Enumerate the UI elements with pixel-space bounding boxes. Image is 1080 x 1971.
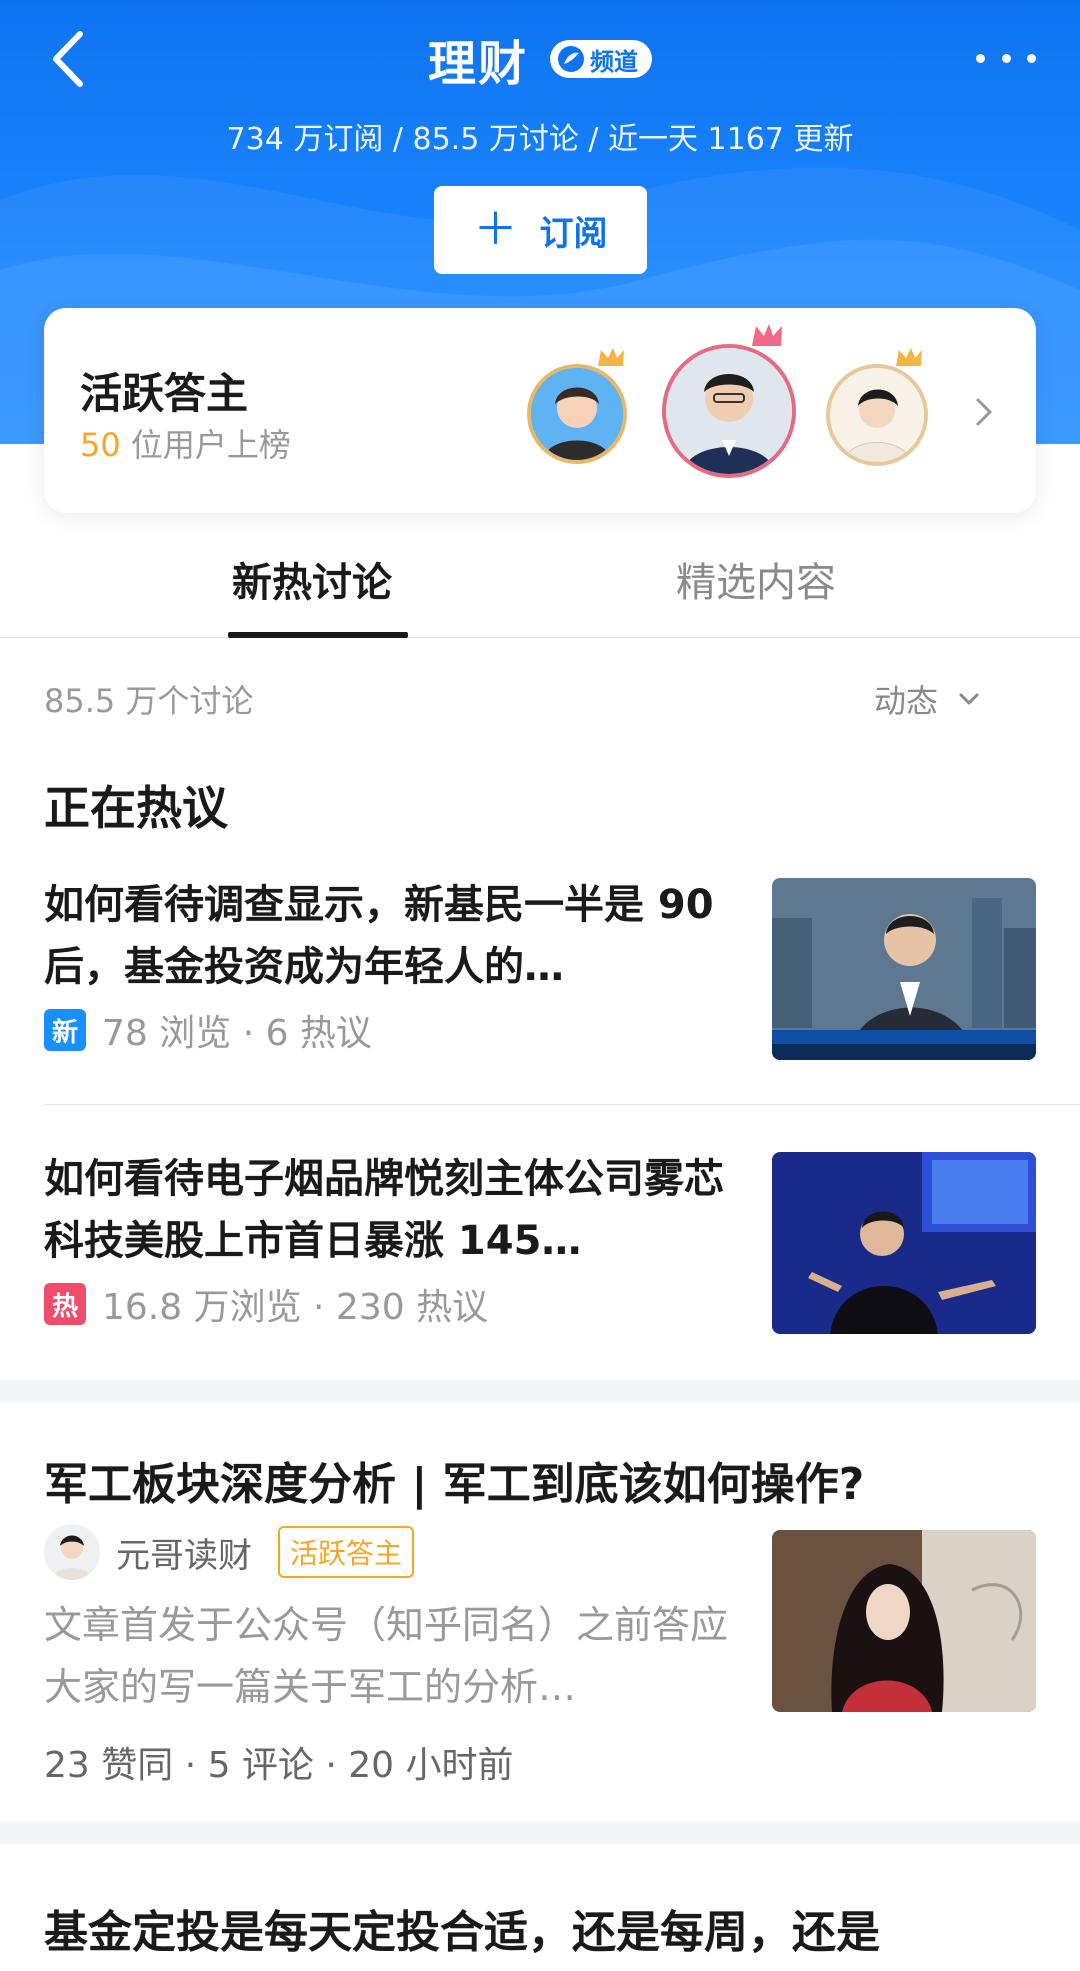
active-answerers-count: 50 位用户上榜	[80, 420, 291, 466]
crown-icon	[896, 348, 922, 366]
next-article-title[interactable]: 基金定投是每天定投合适，还是每周，还是	[44, 1896, 880, 1960]
article-title[interactable]: 军工板块深度分析 | 军工到底该如何操作?	[44, 1448, 864, 1512]
article-author-row[interactable]: 元哥读财 活跃答主	[44, 1524, 415, 1580]
article-stats: 23 赞同 · 5 评论 · 20 小时前	[44, 1745, 514, 1786]
sort-label: 动态	[873, 682, 938, 720]
author-avatar[interactable]	[44, 1524, 100, 1580]
avatar-illustration	[531, 368, 623, 460]
hot-topic-title: 如何看待电子烟品牌悦刻主体公司雾芯科技美股上市首日暴涨 145…	[44, 1156, 724, 1264]
thumbnail-image	[772, 1530, 1036, 1712]
list-divider	[44, 1104, 1080, 1105]
avatar-illustration	[44, 1524, 100, 1580]
new-tag-icon: 新	[44, 1009, 86, 1051]
active-tab-indicator	[228, 632, 408, 638]
active-answerers-title: 活跃答主	[80, 369, 249, 418]
answerer-avatar-1[interactable]	[527, 364, 627, 464]
avatar-illustration	[830, 368, 924, 462]
chevron-right-icon[interactable]	[972, 392, 996, 432]
thumbnail-image	[772, 1152, 1036, 1334]
section-gap	[0, 1822, 1080, 1844]
subscribe-label: 订阅	[539, 213, 608, 254]
hot-topic-stats: 16.8 万浏览 · 230 热议	[102, 1287, 489, 1328]
tab-hot-discussion[interactable]: 新热讨论	[232, 550, 392, 608]
hot-topic-item[interactable]: 如何看待调查显示，新基民一半是 90 后，基金投资成为年轻人的… 新 78 浏览…	[44, 874, 1036, 1074]
discussion-count: 85.5 万个讨论	[44, 682, 254, 720]
answerer-avatar-3[interactable]	[826, 364, 928, 466]
answerer-count-number: 50	[80, 426, 121, 464]
channel-icon	[558, 46, 584, 72]
active-answerer-badge: 活跃答主	[278, 1526, 415, 1578]
answerer-avatar-2[interactable]	[662, 344, 796, 478]
hot-topic-item[interactable]: 如何看待电子烟品牌悦刻主体公司雾芯科技美股上市首日暴涨 145… 热 16.8 …	[44, 1148, 1036, 1348]
content-tabs: 新热讨论 精选内容	[0, 540, 1080, 638]
sort-dropdown[interactable]: 动态	[874, 676, 980, 722]
crown-icon	[752, 324, 782, 346]
article-thumbnail[interactable]	[772, 1530, 1036, 1712]
crown-icon	[598, 348, 624, 366]
plus-icon: ＋	[473, 204, 518, 255]
article-excerpt[interactable]: 文章首发于公众号（知乎同名）之前答应大家的写一篇关于军工的分析…	[44, 1594, 734, 1718]
more-options-icon[interactable]	[976, 48, 1036, 68]
page-title: 理财	[427, 36, 528, 92]
avatar-photo	[666, 348, 792, 474]
channel-badge-label: 频道	[590, 47, 638, 76]
hot-topic-title: 如何看待调查显示，新基民一半是 90 后，基金投资成为年轻人的…	[44, 882, 714, 990]
channel-badge: 频道	[550, 40, 652, 78]
chevron-down-icon	[959, 693, 979, 705]
author-name[interactable]: 元哥读财	[116, 1528, 252, 1577]
title-row: 理财 频道	[0, 24, 1080, 94]
speaker-thumbnail	[772, 1152, 1036, 1334]
subscribe-button[interactable]: ＋ 订阅	[434, 186, 647, 274]
tab-featured-content[interactable]: 精选内容	[676, 550, 836, 608]
section-title-trending: 正在热议	[44, 781, 228, 835]
news-anchor-thumbnail	[772, 878, 1036, 1060]
answerer-count-suffix: 位用户上榜	[120, 426, 291, 464]
hot-tag-icon: 热	[44, 1283, 86, 1325]
hot-topic-stats: 78 浏览 · 6 热议	[102, 1013, 372, 1054]
section-gap	[0, 1380, 1080, 1402]
channel-stats: 734 万订阅 / 85.5 万讨论 / 近一天 1167 更新	[226, 122, 854, 157]
active-answerers-card[interactable]: 活跃答主 50 位用户上榜	[44, 308, 1036, 513]
thumbnail-image	[772, 878, 1036, 1060]
